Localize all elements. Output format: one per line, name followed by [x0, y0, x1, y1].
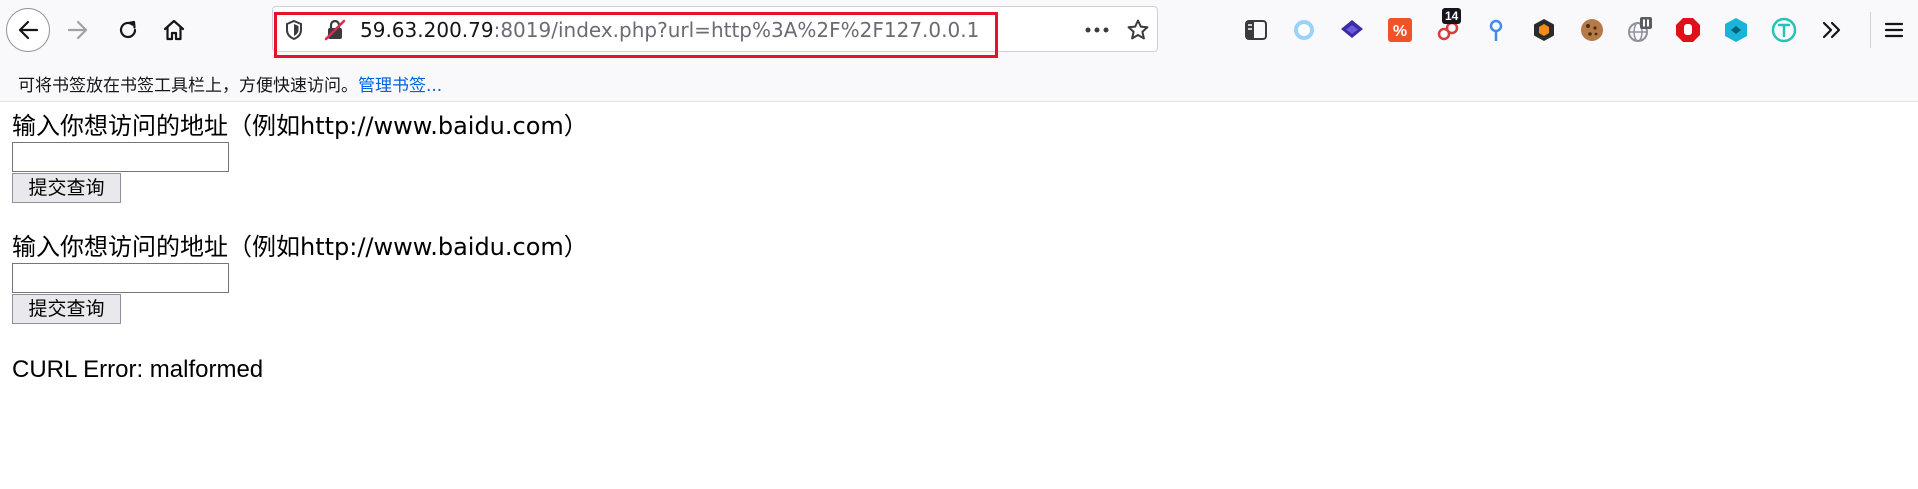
- pin-icon: [1489, 19, 1503, 41]
- submit-button[interactable]: 提交查询: [12, 173, 121, 203]
- home-button[interactable]: [152, 8, 196, 52]
- arrow-left-icon: [18, 20, 39, 40]
- extension-stack-button[interactable]: [1338, 16, 1366, 44]
- submit-button[interactable]: 提交查询: [12, 294, 121, 324]
- url-text[interactable]: 59.63.200.79:8019/index.php?url=http%3A%…: [360, 17, 979, 43]
- curl-error-message: CURL Error: malformed: [12, 356, 264, 383]
- extension-cube-button[interactable]: [1722, 16, 1750, 44]
- ring-icon: [1294, 20, 1314, 40]
- chevrons-right-icon: [1822, 21, 1841, 39]
- reload-button[interactable]: [106, 8, 150, 52]
- extension-badge: 14: [1442, 8, 1462, 24]
- insecure-lock-icon[interactable]: [322, 17, 348, 43]
- toolbar-separator: [1870, 12, 1871, 48]
- more-dots-icon: [1085, 27, 1109, 33]
- url-form-2: 输入你想访问的地址（例如http://www.baidu.com） 提交查询: [12, 231, 588, 324]
- extension-stop-button[interactable]: [1674, 16, 1702, 44]
- extension-hex-button[interactable]: [1530, 16, 1558, 44]
- manage-bookmarks-link[interactable]: 管理书签...: [358, 76, 442, 96]
- cookie-icon: [1581, 19, 1603, 41]
- overflow-menu-button[interactable]: [1818, 16, 1846, 44]
- sidebar-icon: [1245, 20, 1267, 40]
- hexagon-icon: [1534, 19, 1554, 41]
- url-input[interactable]: [12, 142, 229, 172]
- url-prompt-label: 输入你想访问的地址（例如http://www.baidu.com）: [12, 112, 588, 140]
- bookmarks-toolbar: 可将书签放在书签工具栏上，方便快速访问。管理书签...: [0, 60, 1918, 102]
- back-button[interactable]: [6, 8, 50, 52]
- url-path: :8019/index.php?url=http%3A%2F%2F127.0.0…: [493, 18, 980, 42]
- hamburger-icon: [1884, 22, 1904, 38]
- extension-globe-button[interactable]: [1626, 16, 1654, 44]
- t-circle-icon: [1771, 17, 1797, 43]
- bookmarks-hint: 可将书签放在书签工具栏上，方便快速访问。管理书签...: [18, 71, 442, 96]
- url-prompt-label: 输入你想访问的地址（例如http://www.baidu.com）: [12, 233, 588, 261]
- svg-text:%: %: [1393, 23, 1407, 40]
- sidebar-toggle-button[interactable]: [1242, 16, 1270, 44]
- url-input[interactable]: [12, 263, 229, 293]
- app-menu-button[interactable]: [1880, 16, 1908, 44]
- stop-hand-icon: [1676, 18, 1700, 42]
- browser-toolbar: 59.63.200.79:8019/index.php?url=http%3A%…: [0, 0, 1918, 60]
- url-host: 59.63.200.79: [360, 18, 494, 42]
- extension-pin-button[interactable]: [1482, 16, 1510, 44]
- extension-percent-button[interactable]: %: [1386, 16, 1414, 44]
- globe-pause-icon: [1628, 17, 1652, 42]
- layers-icon: [1341, 20, 1363, 38]
- url-form-1: 输入你想访问的地址（例如http://www.baidu.com） 提交查询: [12, 110, 588, 203]
- page-actions-button[interactable]: [1082, 18, 1112, 42]
- extension-t-button[interactable]: [1770, 16, 1798, 44]
- cube-icon: [1725, 18, 1747, 42]
- star-icon: [1127, 19, 1149, 40]
- bookmark-star-button[interactable]: [1124, 16, 1152, 44]
- home-icon: [163, 19, 185, 41]
- extension-ring-button[interactable]: [1290, 16, 1318, 44]
- page-content: 输入你想访问的地址（例如http://www.baidu.com） 提交查询 输…: [12, 110, 588, 386]
- arrow-right-icon: [67, 20, 88, 40]
- forward-button[interactable]: [56, 8, 100, 52]
- reload-icon: [119, 20, 137, 39]
- bookmarks-hint-text: 可将书签放在书签工具栏上，方便快速访问。: [18, 76, 358, 96]
- extension-cookie-button[interactable]: [1578, 16, 1606, 44]
- percent-tool-icon: %: [1388, 18, 1412, 42]
- tracking-protection-icon[interactable]: [282, 18, 306, 42]
